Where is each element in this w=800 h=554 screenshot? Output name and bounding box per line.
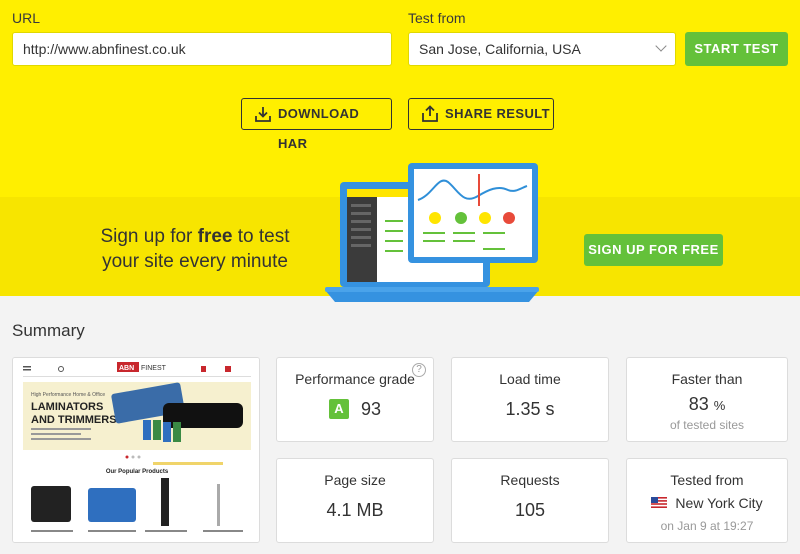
logo-finest: FINEST: [141, 365, 167, 372]
load-time-value: 1.35 s: [505, 399, 555, 419]
url-input[interactable]: http://www.abnfinest.co.uk: [12, 32, 392, 66]
faster-than-label: Faster than: [671, 371, 743, 387]
banner-title2: AND TRIMMERS: [31, 414, 117, 426]
performance-grade-label: Performance grade: [295, 371, 415, 387]
tested-from-location-row: New York City: [627, 495, 787, 511]
summary-title: Summary: [12, 321, 85, 340]
load-time-card: Load time 1.35 s: [451, 357, 609, 442]
url-label: URL: [12, 10, 41, 26]
page-size-label: Page size: [324, 472, 386, 488]
download-icon: [255, 107, 271, 122]
chevron-down-icon: [655, 40, 667, 52]
site-screenshot: ABN FINEST High Performance Home & Offic…: [12, 357, 260, 543]
requests-label: Requests: [500, 472, 560, 488]
grade-badge: A: [328, 399, 349, 419]
logo-abn: ABN: [119, 365, 134, 372]
screenshot-image: ABN FINEST High Performance Home & Offic…: [13, 358, 259, 542]
test-from-label: Test from: [408, 10, 466, 26]
promo-line1-pre: Sign up for: [100, 226, 198, 247]
tested-from-time: on Jan 9 at 19:27: [660, 519, 754, 533]
help-icon[interactable]: ?: [412, 363, 426, 377]
promo-line2: your site every minute: [102, 251, 288, 272]
tested-from-label: Tested from: [670, 472, 744, 488]
signup-button[interactable]: SIGN UP FOR FREE: [584, 234, 723, 266]
faster-than-sub: of tested sites: [669, 418, 745, 432]
requests-value: 105: [514, 500, 546, 520]
tested-from-card: Tested from New York City on Jan 9 at 19…: [626, 458, 788, 543]
faster-than-unit: %: [713, 398, 726, 413]
faster-than-value: 83 %: [627, 394, 787, 415]
us-flag-icon: [651, 497, 668, 508]
start-test-button[interactable]: START TEST: [685, 32, 788, 66]
download-har-button[interactable]: DOWNLOAD HAR: [241, 98, 392, 151]
performance-grade-value: A 93: [277, 399, 433, 420]
test-from-value: San Jose, California, USA: [419, 41, 581, 57]
test-from-select[interactable]: San Jose, California, USA: [408, 32, 676, 66]
promo-line1-post: to test: [232, 226, 290, 247]
section-title: Our Popular Products: [106, 469, 169, 475]
share-result-button[interactable]: SHARE RESULT: [408, 98, 554, 130]
page-size-value: 4.1 MB: [326, 500, 384, 520]
tested-from-location: New York City: [675, 495, 763, 511]
promo-text: Sign up for free to test your site every…: [80, 224, 310, 274]
faster-than-card: Faster than 83 % of tested sites: [626, 357, 788, 442]
banner-small: High Performance Home & Office: [31, 392, 105, 398]
laptop-illustration: [325, 163, 539, 302]
share-result-label: SHARE RESULT: [445, 106, 550, 121]
faster-than-percent: 83: [688, 394, 709, 414]
performance-grade-card: Performance grade ? A 93: [276, 357, 434, 442]
requests-card: Requests 105: [451, 458, 609, 543]
performance-score: 93: [360, 399, 382, 419]
load-time-label: Load time: [499, 371, 561, 387]
banner-title1: LAMINATORS: [31, 401, 103, 413]
page-size-card: Page size 4.1 MB: [276, 458, 434, 543]
share-icon: [422, 105, 438, 122]
promo-free-word: free: [197, 226, 233, 247]
